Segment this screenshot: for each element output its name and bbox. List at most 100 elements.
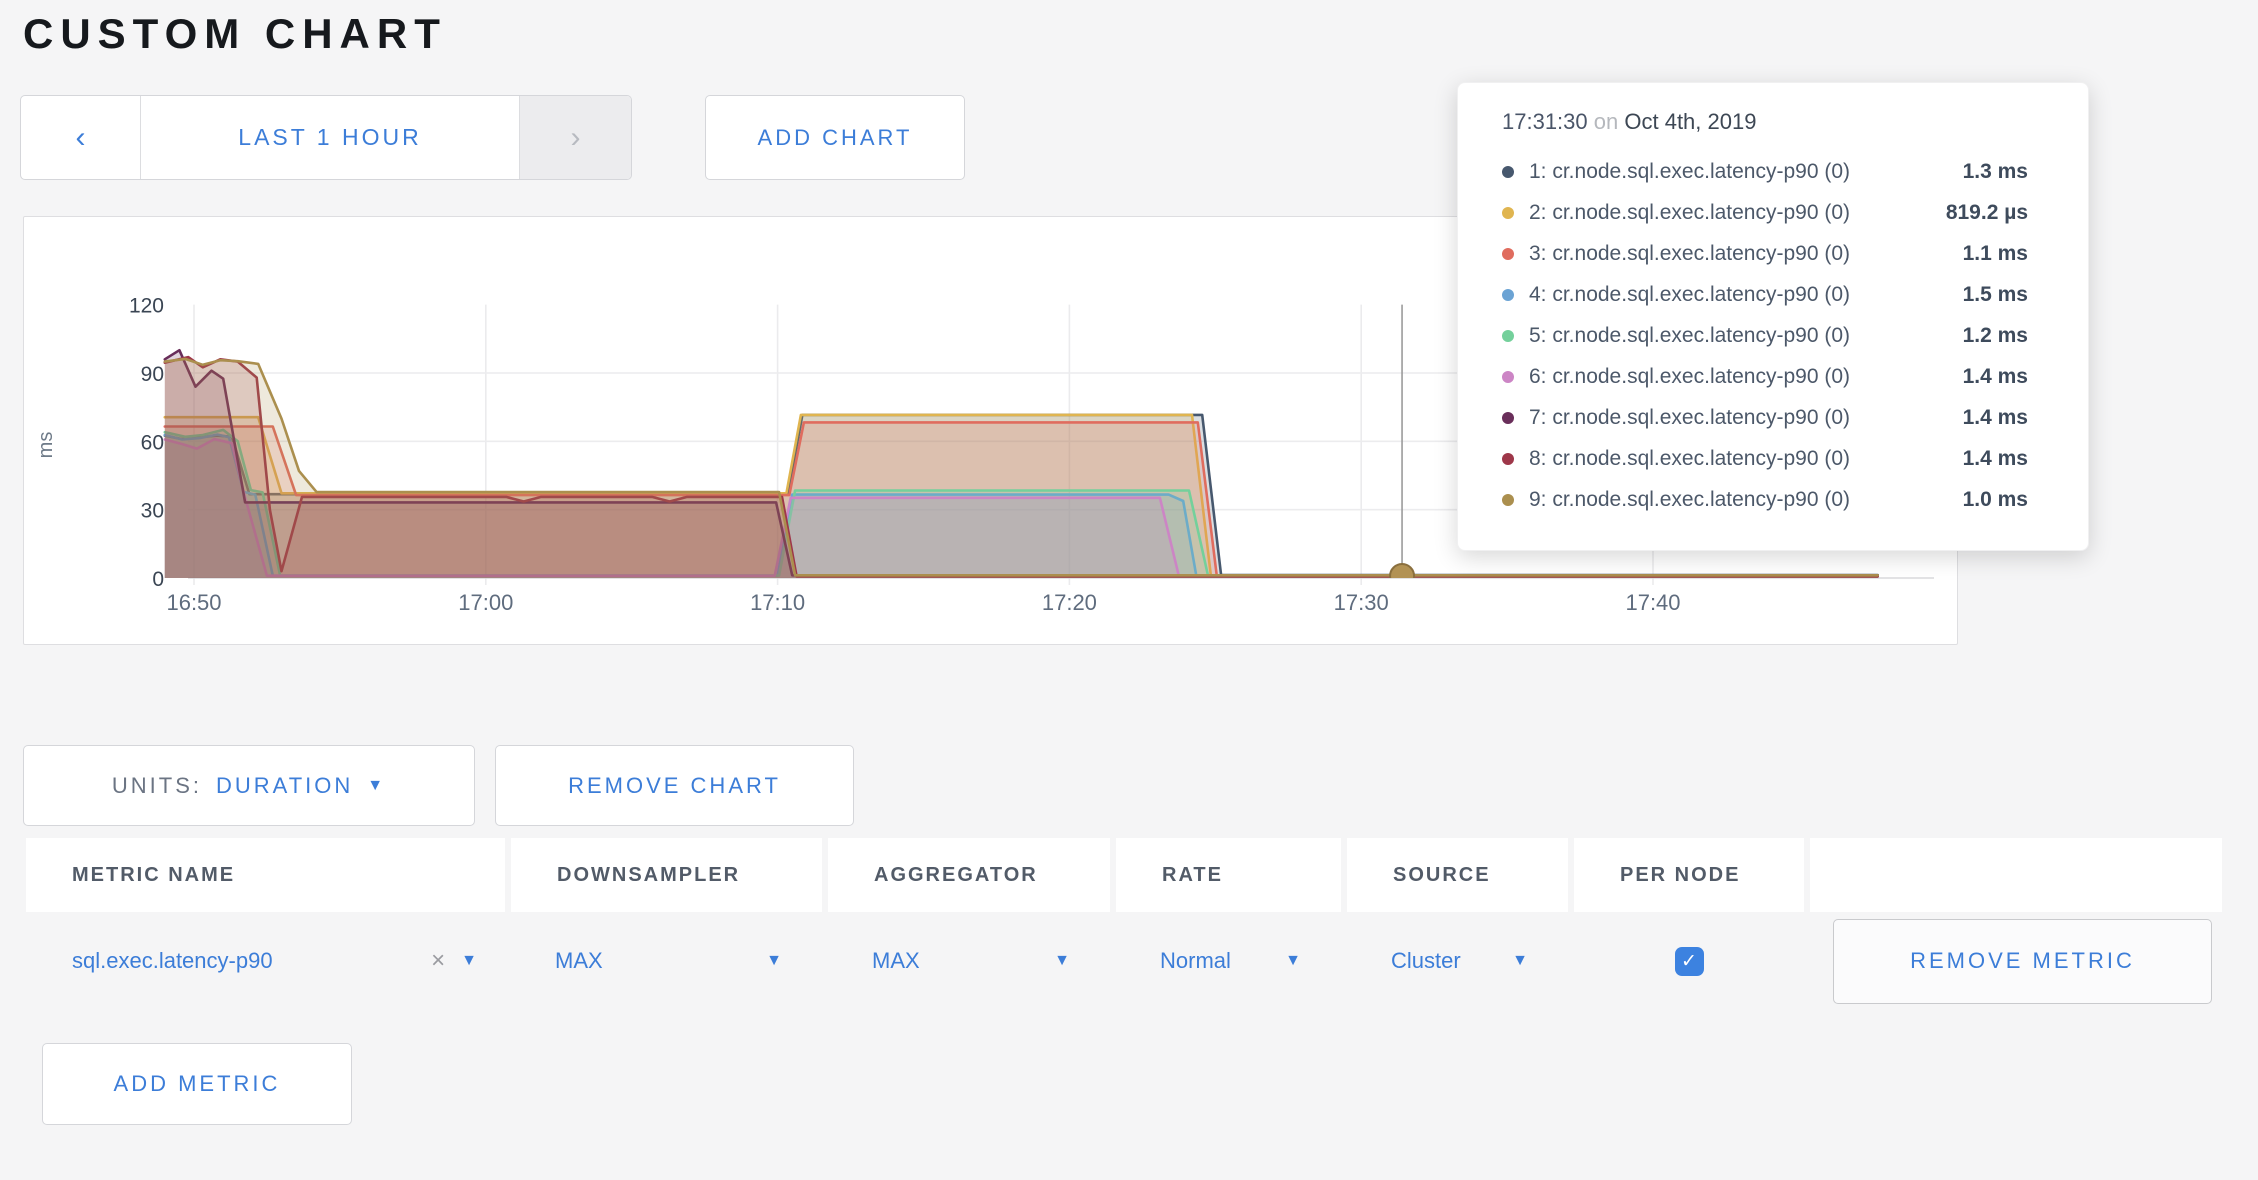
tooltip-series-row: 2: cr.node.sql.exec.latency-p90 (0)819.2… <box>1502 192 2028 233</box>
clear-metric-icon[interactable]: × <box>431 947 445 975</box>
units-prefix-label: UNITS: <box>112 773 202 799</box>
svg-text:16:50: 16:50 <box>166 590 221 615</box>
svg-text:17:30: 17:30 <box>1334 590 1389 615</box>
table-header-cell: METRIC NAME <box>26 838 505 912</box>
caret-down-icon: ▼ <box>367 777 386 795</box>
series-color-dot-icon <box>1502 371 1514 383</box>
metric-name-cell: sql.exec.latency-p90 × ▼ <box>26 912 505 1010</box>
series-color-dot-icon <box>1502 207 1514 219</box>
table-header-cell: SOURCE <box>1347 838 1568 912</box>
remove-metric-button[interactable]: REMOVE METRIC <box>1833 919 2212 1004</box>
time-range-label: LAST 1 HOUR <box>238 124 421 151</box>
series-color-dot-icon <box>1502 166 1514 178</box>
tooltip-conjunction: on <box>1594 109 1618 134</box>
aggregator-value: MAX <box>872 948 920 974</box>
check-icon: ✓ <box>1681 950 1697 973</box>
add-metric-label: ADD METRIC <box>114 1071 281 1097</box>
series-value: 1.4 ms <box>1963 447 2028 471</box>
units-value: DURATION <box>216 773 353 799</box>
svg-text:17:40: 17:40 <box>1625 590 1680 615</box>
series-value: 1.0 ms <box>1963 488 2028 512</box>
caret-down-icon: ▼ <box>1512 952 1528 970</box>
caret-down-icon: ▼ <box>1054 952 1070 970</box>
series-value: 1.1 ms <box>1963 242 2028 266</box>
series-label: 1: cr.node.sql.exec.latency-p90 (0) <box>1529 160 1963 184</box>
per-node-cell: ✓ <box>1574 912 1804 1010</box>
remove-chart-label: REMOVE CHART <box>568 773 781 799</box>
series-value: 1.4 ms <box>1963 406 2028 430</box>
series-label: 3: cr.node.sql.exec.latency-p90 (0) <box>1529 242 1963 266</box>
series-value: 1.4 ms <box>1963 365 2028 389</box>
series-value: 1.5 ms <box>1963 283 2028 307</box>
tooltip-series-row: 1: cr.node.sql.exec.latency-p90 (0)1.3 m… <box>1502 151 2028 192</box>
svg-text:60: 60 <box>141 431 164 454</box>
svg-text:120: 120 <box>129 295 164 318</box>
svg-text:17:10: 17:10 <box>750 590 805 615</box>
remove-chart-button[interactable]: REMOVE CHART <box>495 745 854 826</box>
remove-metric-cell: REMOVE METRIC <box>1810 912 2222 1010</box>
tooltip-timestamp: 17:31:30 on Oct 4th, 2019 <box>1502 109 2028 135</box>
add-metric-button[interactable]: ADD METRIC <box>42 1043 352 1125</box>
series-label: 9: cr.node.sql.exec.latency-p90 (0) <box>1529 488 1963 512</box>
per-node-checkbox[interactable]: ✓ <box>1675 947 1704 976</box>
series-value: 1.3 ms <box>1963 160 2028 184</box>
chart-hover-tooltip: 17:31:30 on Oct 4th, 2019 1: cr.node.sql… <box>1457 82 2089 551</box>
series-value: 819.2 µs <box>1946 201 2028 225</box>
table-header-cell: PER NODE <box>1574 838 1804 912</box>
metrics-table-header: METRIC NAMEDOWNSAMPLERAGGREGATORRATESOUR… <box>26 838 2222 912</box>
downsampler-select[interactable]: MAX ▼ <box>511 912 822 1010</box>
svg-text:ms: ms <box>35 432 57 459</box>
svg-text:90: 90 <box>141 363 164 386</box>
series-color-dot-icon <box>1502 453 1514 465</box>
add-chart-button[interactable]: ADD CHART <box>705 95 965 180</box>
svg-text:0: 0 <box>152 568 164 591</box>
tooltip-series-row: 3: cr.node.sql.exec.latency-p90 (0)1.1 m… <box>1502 233 2028 274</box>
tooltip-time: 17:31:30 <box>1502 109 1588 134</box>
source-value: Cluster <box>1391 948 1461 974</box>
table-header-cell: DOWNSAMPLER <box>511 838 822 912</box>
aggregator-select[interactable]: MAX ▼ <box>828 912 1110 1010</box>
series-color-dot-icon <box>1502 412 1514 424</box>
source-select[interactable]: Cluster ▼ <box>1347 912 1568 1010</box>
table-header-cell: AGGREGATOR <box>828 838 1110 912</box>
page-title: CUSTOM CHART <box>23 10 447 58</box>
series-color-dot-icon <box>1502 289 1514 301</box>
table-header-cell <box>1810 838 2222 912</box>
tooltip-series-list: 1: cr.node.sql.exec.latency-p90 (0)1.3 m… <box>1502 151 2028 520</box>
time-next-button[interactable]: › <box>519 96 631 179</box>
remove-metric-label: REMOVE METRIC <box>1910 948 2135 974</box>
rate-value: Normal <box>1160 948 1231 974</box>
series-color-dot-icon <box>1502 330 1514 342</box>
metric-name-value: sql.exec.latency-p90 <box>72 948 431 974</box>
add-chart-label: ADD CHART <box>758 125 913 151</box>
downsampler-value: MAX <box>555 948 603 974</box>
chevron-right-icon: › <box>571 121 581 155</box>
units-dropdown[interactable]: UNITS: DURATION ▼ <box>23 745 475 826</box>
tooltip-series-row: 6: cr.node.sql.exec.latency-p90 (0)1.4 m… <box>1502 356 2028 397</box>
svg-text:17:00: 17:00 <box>458 590 513 615</box>
tooltip-date: Oct 4th, 2019 <box>1624 109 1756 134</box>
caret-down-icon[interactable]: ▼ <box>461 952 477 970</box>
tooltip-series-row: 5: cr.node.sql.exec.latency-p90 (0)1.2 m… <box>1502 315 2028 356</box>
metric-table-row: sql.exec.latency-p90 × ▼ MAX ▼ MAX ▼ Nor… <box>26 912 2222 1010</box>
series-value: 1.2 ms <box>1963 324 2028 348</box>
chevron-left-icon: ‹ <box>76 121 86 155</box>
time-prev-button[interactable]: ‹ <box>21 96 141 179</box>
tooltip-series-row: 4: cr.node.sql.exec.latency-p90 (0)1.5 m… <box>1502 274 2028 315</box>
series-label: 7: cr.node.sql.exec.latency-p90 (0) <box>1529 406 1963 430</box>
series-color-dot-icon <box>1502 248 1514 260</box>
series-label: 2: cr.node.sql.exec.latency-p90 (0) <box>1529 201 1946 225</box>
rate-select[interactable]: Normal ▼ <box>1116 912 1341 1010</box>
series-label: 6: cr.node.sql.exec.latency-p90 (0) <box>1529 365 1963 389</box>
time-range-button[interactable]: LAST 1 HOUR <box>141 96 519 179</box>
caret-down-icon: ▼ <box>766 952 782 970</box>
series-label: 5: cr.node.sql.exec.latency-p90 (0) <box>1529 324 1963 348</box>
time-range-nav: ‹ LAST 1 HOUR › <box>20 95 632 180</box>
table-header-cell: RATE <box>1116 838 1341 912</box>
series-color-dot-icon <box>1502 494 1514 506</box>
svg-text:17:20: 17:20 <box>1042 590 1097 615</box>
tooltip-series-row: 9: cr.node.sql.exec.latency-p90 (0)1.0 m… <box>1502 479 2028 520</box>
svg-text:30: 30 <box>141 500 164 523</box>
caret-down-icon: ▼ <box>1285 952 1301 970</box>
tooltip-series-row: 7: cr.node.sql.exec.latency-p90 (0)1.4 m… <box>1502 397 2028 438</box>
